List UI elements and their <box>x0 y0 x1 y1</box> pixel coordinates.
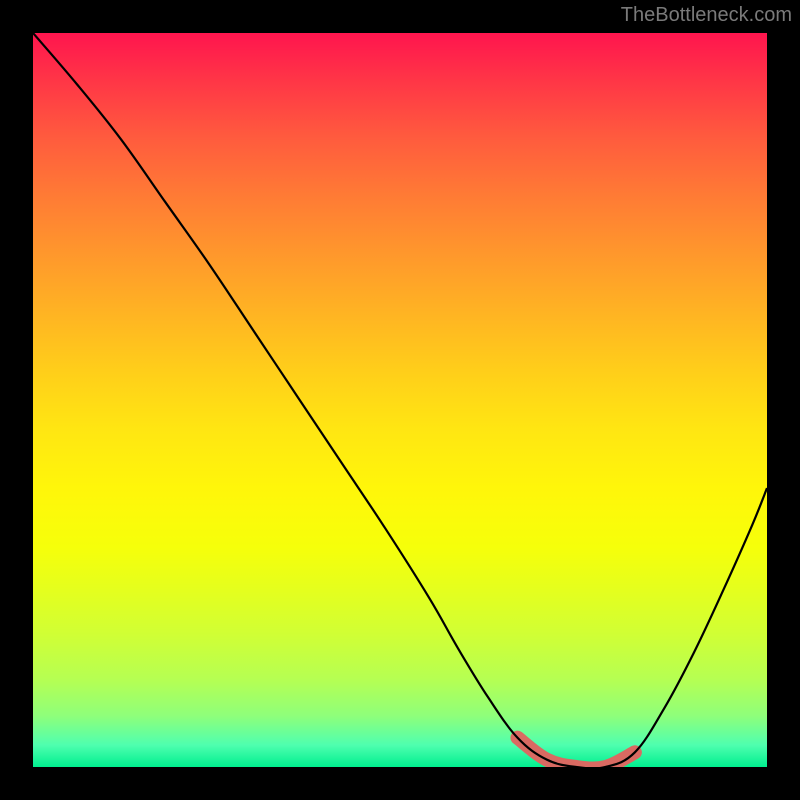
watermark-text: TheBottleneck.com <box>621 4 792 27</box>
bottleneck-curve <box>33 33 767 767</box>
chart-svg <box>33 33 767 767</box>
chart-plot-area <box>33 33 767 767</box>
